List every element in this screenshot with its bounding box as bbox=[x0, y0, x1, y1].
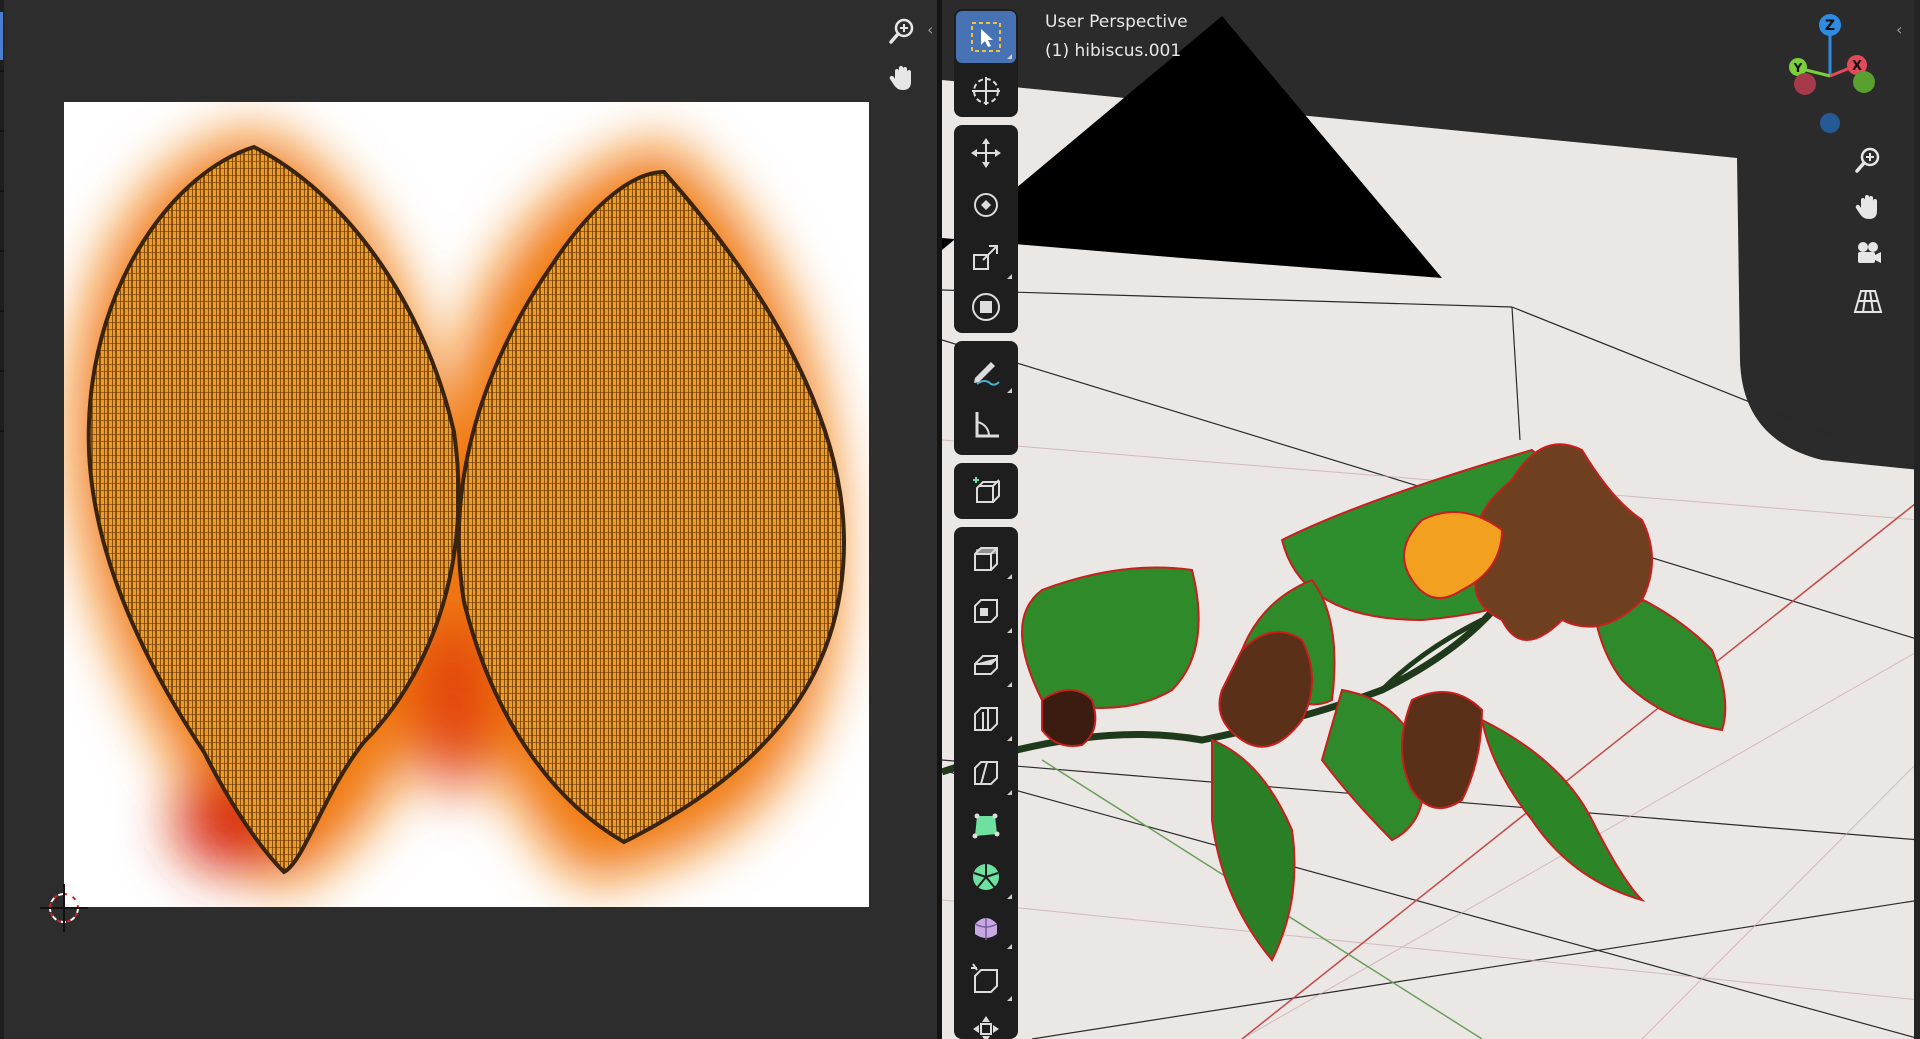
viewport-object-label: (1) hibiscus.001 bbox=[1045, 41, 1182, 61]
smooth-tool[interactable] bbox=[956, 901, 1016, 953]
inset-faces-tool[interactable] bbox=[956, 585, 1016, 637]
uv-strip-divider bbox=[0, 130, 4, 132]
move-icon bbox=[971, 138, 1001, 168]
select-box-icon bbox=[971, 22, 1001, 52]
svg-text:Z: Z bbox=[1825, 18, 1835, 34]
loop-cut-icon bbox=[974, 707, 998, 731]
scale-tool[interactable] bbox=[956, 231, 1016, 283]
grid-perspective-icon bbox=[1853, 290, 1883, 313]
toolbar-add-group bbox=[954, 463, 1018, 519]
bevel-icon bbox=[974, 655, 998, 675]
inset-faces-icon bbox=[974, 599, 998, 623]
gizmo-neg-x-axis[interactable] bbox=[1794, 73, 1816, 95]
cursor-icon bbox=[972, 77, 1000, 105]
cursor-tool[interactable] bbox=[956, 65, 1016, 117]
measure-ruler-icon bbox=[975, 412, 999, 438]
transform-tool[interactable] bbox=[956, 281, 1016, 333]
gizmo-neg-y-axis[interactable] bbox=[1853, 71, 1875, 93]
rotate-icon bbox=[974, 193, 998, 217]
pan-hand-icon bbox=[1855, 195, 1877, 219]
annotate-tool[interactable] bbox=[956, 345, 1016, 397]
uv-strip-divider bbox=[0, 430, 4, 432]
spin-icon bbox=[973, 864, 999, 890]
uv-zoom-button[interactable] bbox=[884, 13, 920, 49]
scale-icon bbox=[973, 245, 998, 270]
smooth-icon bbox=[974, 918, 998, 940]
toolbar-select-group bbox=[954, 9, 1018, 117]
shrink-fatten-tool[interactable] bbox=[956, 1003, 1016, 1039]
spin-tool[interactable] bbox=[956, 851, 1016, 903]
zoom-icon bbox=[1855, 147, 1880, 173]
toolbar-transform-group bbox=[954, 125, 1018, 333]
extrude-region-icon bbox=[974, 547, 998, 571]
select-box-tool[interactable] bbox=[956, 11, 1016, 63]
uv-active-tab-indicator bbox=[0, 12, 3, 60]
move-tool[interactable] bbox=[956, 127, 1016, 179]
annotate-pen-icon bbox=[974, 362, 1000, 386]
toolbar-annotate-group bbox=[954, 341, 1018, 455]
transform-icon bbox=[972, 293, 1000, 321]
viewport-scene[interactable] bbox=[942, 0, 1920, 1039]
uv-left-region-strip bbox=[0, 0, 4, 1039]
viewport-camera-button[interactable] bbox=[1850, 236, 1886, 272]
uv-sidebar-collapse-arrow[interactable]: ‹ bbox=[927, 20, 933, 40]
uv-strip-divider bbox=[0, 370, 4, 372]
viewport-right-edge bbox=[1914, 0, 1920, 1039]
poly-build-icon bbox=[972, 813, 1000, 839]
toolbar-edit-group bbox=[954, 527, 1018, 1039]
add-cube-icon bbox=[973, 477, 1000, 503]
pan-hand-icon bbox=[889, 66, 911, 90]
add-cube-tool[interactable] bbox=[956, 465, 1016, 517]
bevel-tool[interactable] bbox=[956, 639, 1016, 691]
3d-viewport[interactable]: User Perspective (1) hibiscus.001 Z X Y … bbox=[942, 0, 1920, 1039]
zoom-icon bbox=[889, 18, 914, 44]
gizmo-neg-z-axis[interactable] bbox=[1820, 113, 1840, 133]
uv-strip-divider bbox=[0, 70, 4, 72]
uv-2d-cursor-icon[interactable] bbox=[30, 880, 100, 950]
uv-strip-divider bbox=[0, 250, 4, 252]
uv-strip-divider bbox=[0, 310, 4, 312]
uv-texture-canvas[interactable] bbox=[64, 102, 869, 907]
edge-slide-tool[interactable] bbox=[956, 953, 1016, 1005]
rotate-tool[interactable] bbox=[956, 179, 1016, 231]
viewport-zoom-button[interactable] bbox=[1850, 142, 1886, 178]
svg-text:Y: Y bbox=[1793, 61, 1803, 75]
knife-tool[interactable] bbox=[956, 747, 1016, 799]
leaf bbox=[1021, 566, 1200, 709]
viewport-pan-button[interactable] bbox=[1850, 189, 1886, 225]
uv-pan-button[interactable] bbox=[884, 60, 920, 96]
navigation-gizmo[interactable]: Z X Y bbox=[1772, 8, 1892, 138]
extrude-region-tool[interactable] bbox=[956, 531, 1016, 583]
uv-strip-divider bbox=[0, 190, 4, 192]
viewport-sidebar-collapse-arrow[interactable]: ‹ bbox=[1896, 20, 1902, 40]
flower bbox=[1041, 689, 1097, 747]
viewport-perspective-toggle-button[interactable] bbox=[1850, 283, 1886, 319]
edge-slide-icon bbox=[971, 963, 998, 993]
loop-cut-tool[interactable] bbox=[956, 693, 1016, 745]
measure-tool[interactable] bbox=[956, 399, 1016, 451]
knife-icon bbox=[974, 761, 998, 785]
shrink-fatten-icon bbox=[973, 1016, 999, 1039]
poly-build-tool[interactable] bbox=[956, 799, 1016, 851]
camera-icon bbox=[1858, 242, 1881, 263]
uv-editor-panel[interactable]: ‹ bbox=[0, 0, 937, 1039]
viewport-perspective-label: User Perspective bbox=[1045, 12, 1188, 32]
